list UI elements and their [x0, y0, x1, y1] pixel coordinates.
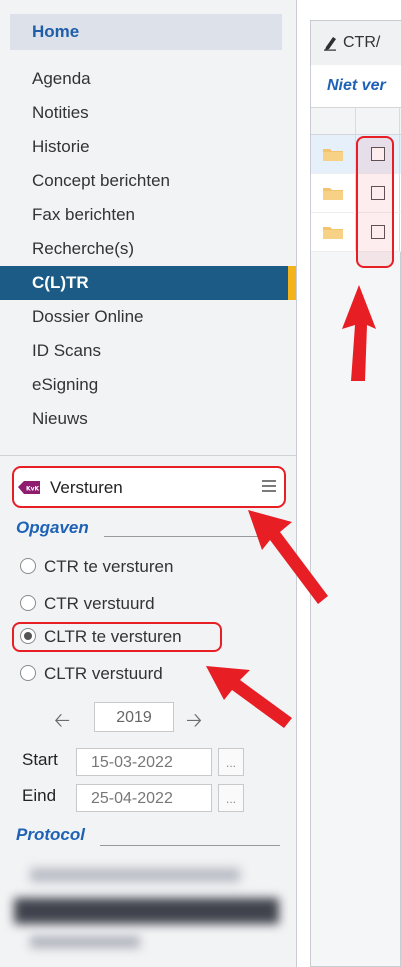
arrow-up-annotation-icon [342, 285, 376, 381]
nav-item-fax-berichten[interactable]: Fax berichten [0, 198, 296, 232]
radio-cltr-verstuurd[interactable]: CLTR verstuurd [20, 659, 163, 689]
subheader-title: Niet ver [311, 65, 401, 107]
column-divider [399, 174, 400, 212]
protocol-title: Protocol [16, 825, 85, 844]
radio-label: CLTR verstuurd [44, 664, 163, 683]
end-date-input[interactable]: 25-04-2022 [76, 784, 212, 812]
nav-item-cltr[interactable]: C(L)TR [0, 266, 296, 300]
nav-item-recherches[interactable]: Recherche(s) [0, 232, 296, 266]
protocol-divider [100, 845, 280, 846]
radio-cltr-te-versturen[interactable]: CLTR te versturen [20, 622, 182, 652]
left-sidebar: Home Agenda Notities Historie Concept be… [0, 0, 297, 967]
nav-item-concept-berichten[interactable]: Concept berichten [0, 164, 296, 198]
radio-ctr-verstuurd[interactable]: CTR verstuurd [20, 589, 155, 619]
radio-button[interactable] [20, 594, 36, 611]
year-input[interactable]: 2019 [94, 702, 174, 732]
blurred-text [30, 868, 240, 882]
panel-title: CTR/ [343, 34, 381, 51]
nav-item-notities[interactable]: Notities [0, 96, 296, 130]
nav-item-esigning[interactable]: eSigning [0, 368, 296, 402]
kvk-badge-icon: KvK [18, 481, 40, 494]
radio-button[interactable] [20, 664, 36, 681]
column-divider [355, 108, 356, 134]
folder-icon [323, 227, 343, 239]
pen-icon [324, 37, 336, 51]
folder-icon [323, 149, 343, 161]
radio-label: CLTR te versturen [44, 627, 182, 646]
arrow-cltr-annotation-icon [206, 666, 292, 728]
checkbox-highlight-box [356, 136, 394, 268]
nav-item-nieuws[interactable]: Nieuws [0, 402, 296, 436]
menu-icon[interactable] [262, 480, 276, 494]
nav-item-id-scans[interactable]: ID Scans [0, 334, 296, 368]
radio-label: CTR te versturen [44, 557, 174, 576]
panel-tab[interactable]: CTR/ [311, 21, 401, 66]
start-date-input[interactable]: 15-03-2022 [76, 748, 212, 776]
nav-item-agenda[interactable]: Agenda [0, 62, 296, 96]
nav-list: Agenda Notities Historie Concept bericht… [0, 62, 296, 436]
versturen-label: Versturen [50, 478, 123, 497]
column-divider [399, 213, 400, 251]
start-date-picker-button[interactable]: ... [218, 748, 244, 776]
radio-button-checked[interactable] [20, 627, 36, 644]
radio-ctr-te-versturen[interactable]: CTR te versturen [20, 552, 173, 582]
opgaven-title: Opgaven [16, 518, 89, 537]
folder-icon [323, 188, 343, 200]
arrow-versturen-annotation-icon [248, 510, 328, 604]
column-divider [399, 108, 400, 134]
radio-button[interactable] [20, 557, 36, 574]
column-divider [399, 135, 400, 173]
sidebar-divider [0, 455, 296, 456]
svg-text:KvK: KvK [26, 486, 40, 493]
arrow-left-icon[interactable]: 🡠 [54, 706, 70, 740]
end-label: Eind [22, 786, 57, 805]
grid-header [311, 107, 401, 135]
nav-item-dossier-online[interactable]: Dossier Online [0, 300, 296, 334]
blurred-text [14, 898, 279, 924]
nav-item-historie[interactable]: Historie [0, 130, 296, 164]
end-date-picker-button[interactable]: ... [218, 784, 244, 812]
nav-home[interactable]: Home [10, 14, 282, 50]
start-label: Start [22, 750, 58, 769]
radio-label: CTR verstuurd [44, 594, 155, 613]
blurred-text [30, 936, 140, 948]
